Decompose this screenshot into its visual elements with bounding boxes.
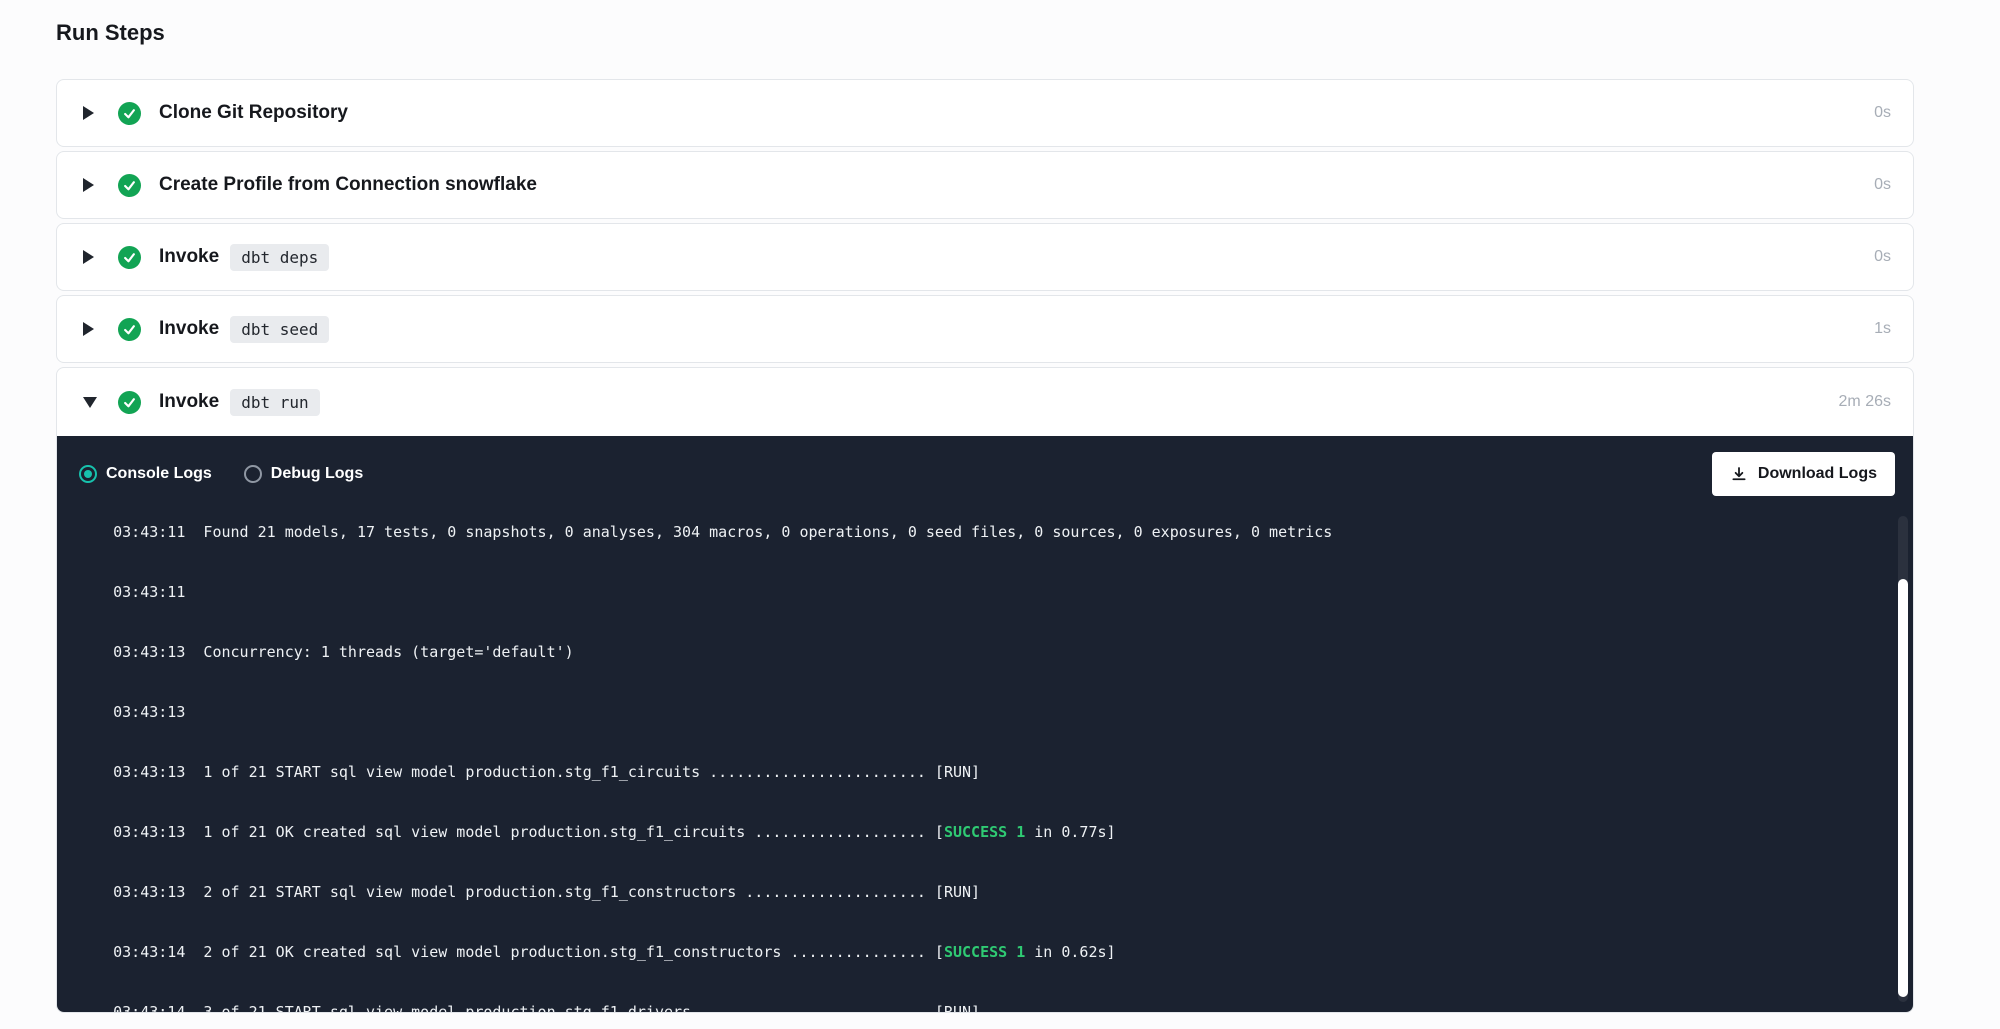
log-line: 03:43:13Concurrency: 1 threads (target='… [77,622,1883,682]
log-line: 03:43:13 [77,682,1883,742]
step-header[interactable]: Invoke dbt run 2m 26s [57,368,1913,436]
log-line: 03:43:132 of 21 START sql view model pro… [77,862,1883,922]
download-logs-label: Download Logs [1758,465,1877,483]
chevron-right-icon[interactable] [83,178,99,192]
chevron-right-icon[interactable] [83,250,99,264]
download-logs-button[interactable]: Download Logs [1712,452,1895,496]
log-timestamp: 03:43:11 [113,583,185,601]
download-icon [1730,465,1748,483]
log-timestamp: 03:43:13 [113,703,185,721]
step-invoke-dbt-seed[interactable]: Invoke dbt seed 1s [56,295,1914,363]
console-log-area[interactable]: 03:43:11Found 21 models, 17 tests, 0 sna… [57,512,1913,1012]
step-clone-git-repository[interactable]: Clone Git Repository 0s [56,79,1914,147]
step-duration: 1s [1874,320,1891,338]
step-duration: 0s [1874,104,1891,122]
log-line: 03:43:142 of 21 OK created sql view mode… [77,922,1883,982]
check-circle-icon [118,174,141,197]
log-line: 03:43:143 of 21 START sql view model pro… [77,982,1883,1012]
log-line: 03:43:11 [77,562,1883,622]
chevron-right-icon[interactable] [83,106,99,120]
debug-logs-label: Debug Logs [271,465,363,483]
console-logs-label: Console Logs [106,465,212,483]
step-duration: 0s [1874,248,1891,266]
log-timestamp: 03:43:13 [113,823,185,841]
step-command-badge: dbt seed [230,316,329,343]
step-duration: 0s [1874,176,1891,194]
chevron-right-icon[interactable] [83,322,99,336]
radio-unselected-icon[interactable] [244,465,262,483]
run-steps-page: Run Steps Clone Git Repository 0s Create… [0,0,2000,1013]
scrollbar[interactable] [1898,516,1908,1002]
step-title: Clone Git Repository [159,102,348,124]
step-title: Create Profile from Connection snowflake [159,174,537,196]
step-command-badge: dbt deps [230,244,329,271]
step-title: Invoke [159,246,219,268]
log-success-text: SUCCESS 1 [944,943,1025,961]
log-line: 03:43:11Found 21 models, 17 tests, 0 sna… [77,512,1883,562]
log-timestamp: 03:43:14 [113,943,185,961]
chevron-down-icon[interactable] [83,397,99,408]
console-toolbar: Console Logs Debug Logs Download Logs [57,436,1913,512]
step-invoke-dbt-run: Invoke dbt run 2m 26s Console Logs Debug… [56,367,1914,1013]
log-line: 03:43:131 of 21 OK created sql view mode… [77,802,1883,862]
check-circle-icon [118,246,141,269]
log-timestamp: 03:43:13 [113,763,185,781]
debug-logs-radio[interactable]: Debug Logs [244,465,363,483]
log-timestamp: 03:43:14 [113,1003,185,1012]
log-success-text: SUCCESS 1 [944,823,1025,841]
step-title: Invoke [159,318,219,340]
check-circle-icon [118,391,141,414]
console-panel: Console Logs Debug Logs Download Logs [57,436,1913,1012]
step-duration: 2m 26s [1839,393,1891,411]
step-command-badge: dbt run [230,389,319,416]
log-timestamp: 03:43:11 [113,523,185,541]
log-line: 03:43:131 of 21 START sql view model pro… [77,742,1883,802]
log-timestamp: 03:43:13 [113,643,185,661]
steps-list: Clone Git Repository 0s Create Profile f… [56,79,1914,1013]
page-title: Run Steps [56,20,2000,46]
log-lines: 03:43:11Found 21 models, 17 tests, 0 sna… [77,512,1883,1012]
check-circle-icon [118,102,141,125]
scrollbar-thumb[interactable] [1898,579,1908,997]
step-title: Invoke [159,391,219,413]
step-invoke-dbt-deps[interactable]: Invoke dbt deps 0s [56,223,1914,291]
log-timestamp: 03:43:13 [113,883,185,901]
step-create-profile[interactable]: Create Profile from Connection snowflake… [56,151,1914,219]
radio-selected-icon[interactable] [79,465,97,483]
check-circle-icon [118,318,141,341]
console-logs-radio[interactable]: Console Logs [79,465,212,483]
